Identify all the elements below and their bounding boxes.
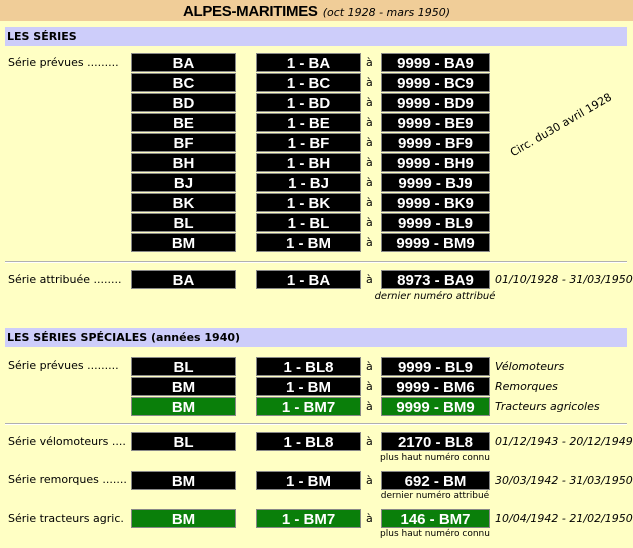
plate-letters: BC (131, 73, 236, 92)
plate-letters: BM (131, 397, 236, 416)
date-range: 01/10/1928 - 31/03/1950 (495, 273, 633, 286)
connector: à (366, 116, 373, 129)
plate-letters: BA (131, 53, 236, 72)
connector: à (366, 76, 373, 89)
usage-note: Vélomoteurs (495, 360, 565, 373)
connector: à (366, 380, 373, 393)
plate-from: 1 - BF (256, 133, 361, 152)
plate-to: 146 - BM7 (381, 509, 490, 528)
plate-from: 1 - BM (256, 233, 361, 252)
series-prevues-label: Série prévues ......... (8, 56, 119, 69)
plate-to: 9999 - BL9 (381, 357, 490, 376)
plate-letters: BK (131, 193, 236, 212)
plate-from: 1 - BL (256, 213, 361, 232)
plate-letters: BF (131, 133, 236, 152)
speciales-prevues-label: Série prévues ......... (8, 359, 119, 372)
page-title: ALPES-MARITIMES (182, 3, 318, 20)
plate-from: 1 - BE (256, 113, 361, 132)
plate-from: 1 - BA (256, 53, 361, 72)
plate-from: 1 - BJ (256, 173, 361, 192)
connector: à (366, 474, 373, 487)
plate-from: 1 - BD (256, 93, 361, 112)
plate-from: 1 - BM7 (256, 397, 361, 416)
plate-from: 1 - BC (256, 73, 361, 92)
tracteurs-label: Série tracteurs agric. (8, 512, 124, 525)
plate-letters: BE (131, 113, 236, 132)
plate-from: 1 - BH (256, 153, 361, 172)
date-range: 10/04/1942 - 21/02/1950 (495, 512, 633, 525)
connector: à (366, 236, 373, 249)
plate-to: 9999 - BH9 (381, 153, 490, 172)
plate-to: 9999 - BA9 (381, 53, 490, 72)
divider (5, 423, 627, 425)
connector: à (366, 400, 373, 413)
plate-to: 9999 - BD9 (381, 93, 490, 112)
plate-to: 9999 - BM9 (381, 233, 490, 252)
caption: plus haut numéro connu (380, 453, 490, 463)
section-heading-speciales: LES SÉRIES SPÉCIALES (années 1940) (5, 328, 627, 347)
connector: à (366, 136, 373, 149)
plate-to: 9999 - BC9 (381, 73, 490, 92)
plate-letters: BJ (131, 173, 236, 192)
plate-from: 1 - BK (256, 193, 361, 212)
connector: à (366, 435, 373, 448)
plate-from: 1 - BL8 (256, 357, 361, 376)
divider (5, 261, 627, 263)
usage-note: Remorques (495, 380, 558, 393)
connector: à (366, 56, 373, 69)
plate-to: 9999 - BK9 (381, 193, 490, 212)
plate-letters: BL (131, 357, 236, 376)
plate-letters: BM (131, 377, 236, 396)
plate-to: 9999 - BF9 (381, 133, 490, 152)
connector: à (366, 96, 373, 109)
circular-note: Circ. du30 avril 1928 (508, 90, 614, 160)
connector: à (366, 273, 373, 286)
page-title-bar: ALPES-MARITIMES (oct 1928 - mars 1950) (0, 0, 633, 21)
plate-from: 1 - BM (256, 377, 361, 396)
connector: à (366, 360, 373, 373)
plate-letters: BD (131, 93, 236, 112)
plate-to: 9999 - BE9 (381, 113, 490, 132)
plate-from: 1 - BM (256, 471, 361, 490)
plate-to: 8973 - BA9 (381, 270, 490, 289)
connector: à (366, 512, 373, 525)
page-period: (oct 1928 - mars 1950) (322, 6, 451, 19)
date-range: 30/03/1942 - 31/03/1950 (495, 474, 633, 487)
plate-letters: BL (131, 213, 236, 232)
plate-from: 1 - BM7 (256, 509, 361, 528)
usage-note: Tracteurs agricoles (495, 400, 600, 413)
plate-letters: BA (131, 270, 236, 289)
remorques-label: Série remorques ....... (8, 473, 127, 486)
plate-letters: BM (131, 471, 236, 490)
plate-letters: BL (131, 432, 236, 451)
series-attribuee-label: Série attribuée ........ (8, 273, 122, 286)
connector: à (366, 216, 373, 229)
plate-to: 692 - BM (381, 471, 490, 490)
plate-to: 9999 - BJ9 (381, 173, 490, 192)
caption: plus haut numéro connu (380, 529, 490, 539)
plate-to: 9999 - BM9 (381, 397, 490, 416)
date-range: 01/12/1943 - 20/12/1949 (495, 435, 633, 448)
caption: dernier numéro attribué (374, 291, 496, 302)
plate-letters: BH (131, 153, 236, 172)
plate-letters: BM (131, 233, 236, 252)
connector: à (366, 156, 373, 169)
section-heading-series: LES SÉRIES (5, 27, 627, 46)
velomoteurs-label: Série vélomoteurs .... (8, 435, 126, 448)
plate-to: 9999 - BM6 (381, 377, 490, 396)
plate-from: 1 - BA (256, 270, 361, 289)
plate-letters: BM (131, 509, 236, 528)
caption: dernier numéro attribué (380, 491, 490, 501)
plate-from: 1 - BL8 (256, 432, 361, 451)
plate-to: 2170 - BL8 (381, 432, 490, 451)
connector: à (366, 196, 373, 209)
connector: à (366, 176, 373, 189)
plate-to: 9999 - BL9 (381, 213, 490, 232)
